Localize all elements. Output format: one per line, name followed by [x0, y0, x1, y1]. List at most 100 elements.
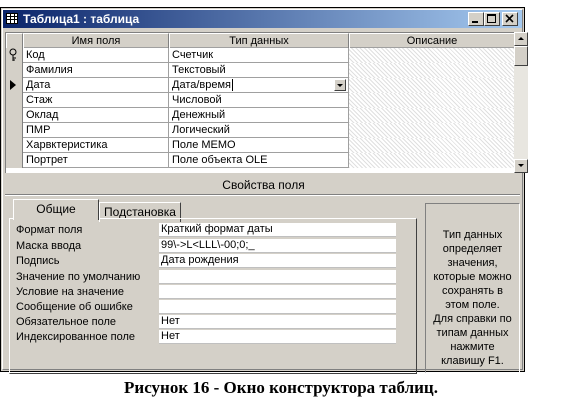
- hint-line: этом поле.: [445, 299, 500, 311]
- data-type-combobox[interactable]: Дата/время: [169, 78, 349, 93]
- property-value-field[interactable]: Нет: [159, 330, 396, 344]
- property-row[interactable]: Подпись Дата рождения: [16, 254, 396, 268]
- property-label: Индексированное поле: [16, 331, 135, 343]
- property-label: Подпись: [16, 255, 60, 267]
- data-type-value: Дата/время: [172, 79, 232, 91]
- property-row[interactable]: Условие на значение: [16, 285, 396, 299]
- arrow-down-icon: [518, 164, 524, 167]
- window-title: Таблица1 : таблица: [23, 12, 140, 26]
- scroll-down-button[interactable]: [514, 159, 528, 173]
- property-label: Значение по умолчанию: [16, 271, 141, 283]
- figure-caption: Рисунок 16 - Окно конструктора таблиц.: [124, 378, 438, 397]
- property-label: Формат поля: [16, 224, 83, 236]
- field-name-cell[interactable]: Дата: [23, 78, 169, 93]
- table-row[interactable]: Портрет Поле объекта OLE: [6, 153, 515, 168]
- property-row[interactable]: Индексированное поле Нет: [16, 330, 396, 344]
- data-type-cell[interactable]: Денежный: [169, 108, 349, 123]
- dropdown-button[interactable]: [334, 79, 346, 91]
- property-value-field[interactable]: 99\->L<LLL\-00;0;_: [159, 239, 396, 253]
- header-field-name[interactable]: Имя поля: [23, 33, 169, 48]
- description-cell[interactable]: [349, 78, 515, 93]
- close-button[interactable]: [502, 12, 518, 26]
- hint-line: значения,: [447, 257, 498, 269]
- divider-highlight: [5, 195, 520, 196]
- table-row[interactable]: Дата Дата/время: [6, 78, 515, 93]
- description-cell[interactable]: [349, 63, 515, 78]
- row-selector[interactable]: [6, 153, 23, 168]
- row-selector[interactable]: [6, 93, 23, 108]
- table-design-window: Таблица1 : таблица Имя поля Тип данных О…: [0, 7, 528, 374]
- field-name-cell[interactable]: Стаж: [23, 93, 169, 108]
- field-name-cell[interactable]: Харвктеристика: [23, 138, 169, 153]
- field-name-cell[interactable]: Оклад: [23, 108, 169, 123]
- row-selector[interactable]: [6, 123, 23, 138]
- field-name-cell[interactable]: Фамилия: [23, 63, 169, 78]
- description-cell[interactable]: [349, 123, 515, 138]
- property-value-field[interactable]: Краткий формат даты: [159, 223, 396, 237]
- field-name-cell[interactable]: Портрет: [23, 153, 169, 168]
- data-type-cell[interactable]: Счетчик: [169, 48, 349, 63]
- data-type-cell[interactable]: Логический: [169, 123, 349, 138]
- close-icon: [505, 14, 514, 23]
- maximize-button[interactable]: [484, 12, 500, 26]
- tab-general[interactable]: Общие: [13, 199, 99, 220]
- grid-header-row: Имя поля Тип данных Описание: [6, 33, 515, 48]
- minimize-button[interactable]: [468, 12, 484, 26]
- description-cell[interactable]: [349, 93, 515, 108]
- table-row[interactable]: Харвктеристика Поле MEMO: [6, 138, 515, 153]
- header-description[interactable]: Описание: [349, 33, 515, 48]
- table-row[interactable]: Стаж Числовой: [6, 93, 515, 108]
- header-data-type[interactable]: Тип данных: [169, 33, 349, 48]
- property-row[interactable]: Маска ввода 99\->L<LLL\-00;0;_: [16, 239, 396, 253]
- field-properties-title: Свойства поля: [222, 178, 305, 192]
- property-value-field[interactable]: Нет: [159, 315, 396, 329]
- description-cell[interactable]: [349, 153, 515, 168]
- table-row[interactable]: ПМР Логический: [6, 123, 515, 138]
- description-cell[interactable]: [349, 138, 515, 153]
- grid-vertical-scrollbar[interactable]: [514, 32, 528, 173]
- hint-line: нажмите: [450, 341, 495, 353]
- table-row[interactable]: Код Счетчик: [6, 48, 515, 63]
- minimize-icon: [472, 21, 478, 23]
- scroll-up-button[interactable]: [514, 32, 528, 46]
- primary-key-icon: [9, 48, 17, 61]
- hint-line: типам данных: [436, 327, 509, 339]
- table-row[interactable]: Оклад Денежный: [6, 108, 515, 123]
- field-grid: Имя поля Тип данных Описание Код Счетчик…: [5, 32, 515, 173]
- row-selector[interactable]: [6, 63, 23, 78]
- row-selector[interactable]: [6, 108, 23, 123]
- table-row[interactable]: Фамилия Текстовый: [6, 63, 515, 78]
- help-hint-box: Тип данных определяет значения, которые …: [425, 203, 520, 373]
- description-cell[interactable]: [349, 108, 515, 123]
- row-selector[interactable]: [6, 48, 23, 63]
- description-cell[interactable]: [349, 48, 515, 63]
- property-label: Условие на значение: [16, 286, 125, 298]
- property-row[interactable]: Сообщение об ошибке: [16, 300, 396, 314]
- field-name-cell[interactable]: Код: [23, 48, 169, 63]
- hint-line: определяет: [442, 243, 503, 255]
- hint-line: которые можно: [433, 271, 512, 283]
- hint-line: Тип данных: [442, 229, 503, 241]
- row-selector[interactable]: [6, 78, 23, 93]
- data-type-cell[interactable]: Поле MEMO: [169, 138, 349, 153]
- hint-line: сохранять в: [441, 285, 504, 297]
- corner-cell[interactable]: [6, 33, 23, 48]
- property-row[interactable]: Формат поля Краткий формат даты: [16, 223, 396, 237]
- data-type-cell[interactable]: Текстовый: [169, 63, 349, 78]
- hint-line: клавишу F1.: [441, 355, 504, 367]
- property-row[interactable]: Обязательное поле Нет: [16, 315, 396, 329]
- property-value-field[interactable]: [159, 270, 396, 284]
- title-bar[interactable]: Таблица1 : таблица: [3, 10, 522, 28]
- field-name-cell[interactable]: ПМР: [23, 123, 169, 138]
- table-icon: [6, 13, 18, 24]
- property-value-field[interactable]: Дата рождения: [159, 254, 396, 268]
- property-label: Маска ввода: [16, 240, 82, 252]
- data-type-cell[interactable]: Числовой: [169, 93, 349, 108]
- property-value-field[interactable]: [159, 285, 396, 299]
- scroll-thumb[interactable]: [514, 46, 528, 66]
- property-value-field[interactable]: [159, 300, 396, 314]
- current-row-arrow-icon: [10, 80, 16, 90]
- row-selector[interactable]: [6, 138, 23, 153]
- property-row[interactable]: Значение по умолчанию: [16, 270, 396, 284]
- data-type-cell[interactable]: Поле объекта OLE: [169, 153, 349, 168]
